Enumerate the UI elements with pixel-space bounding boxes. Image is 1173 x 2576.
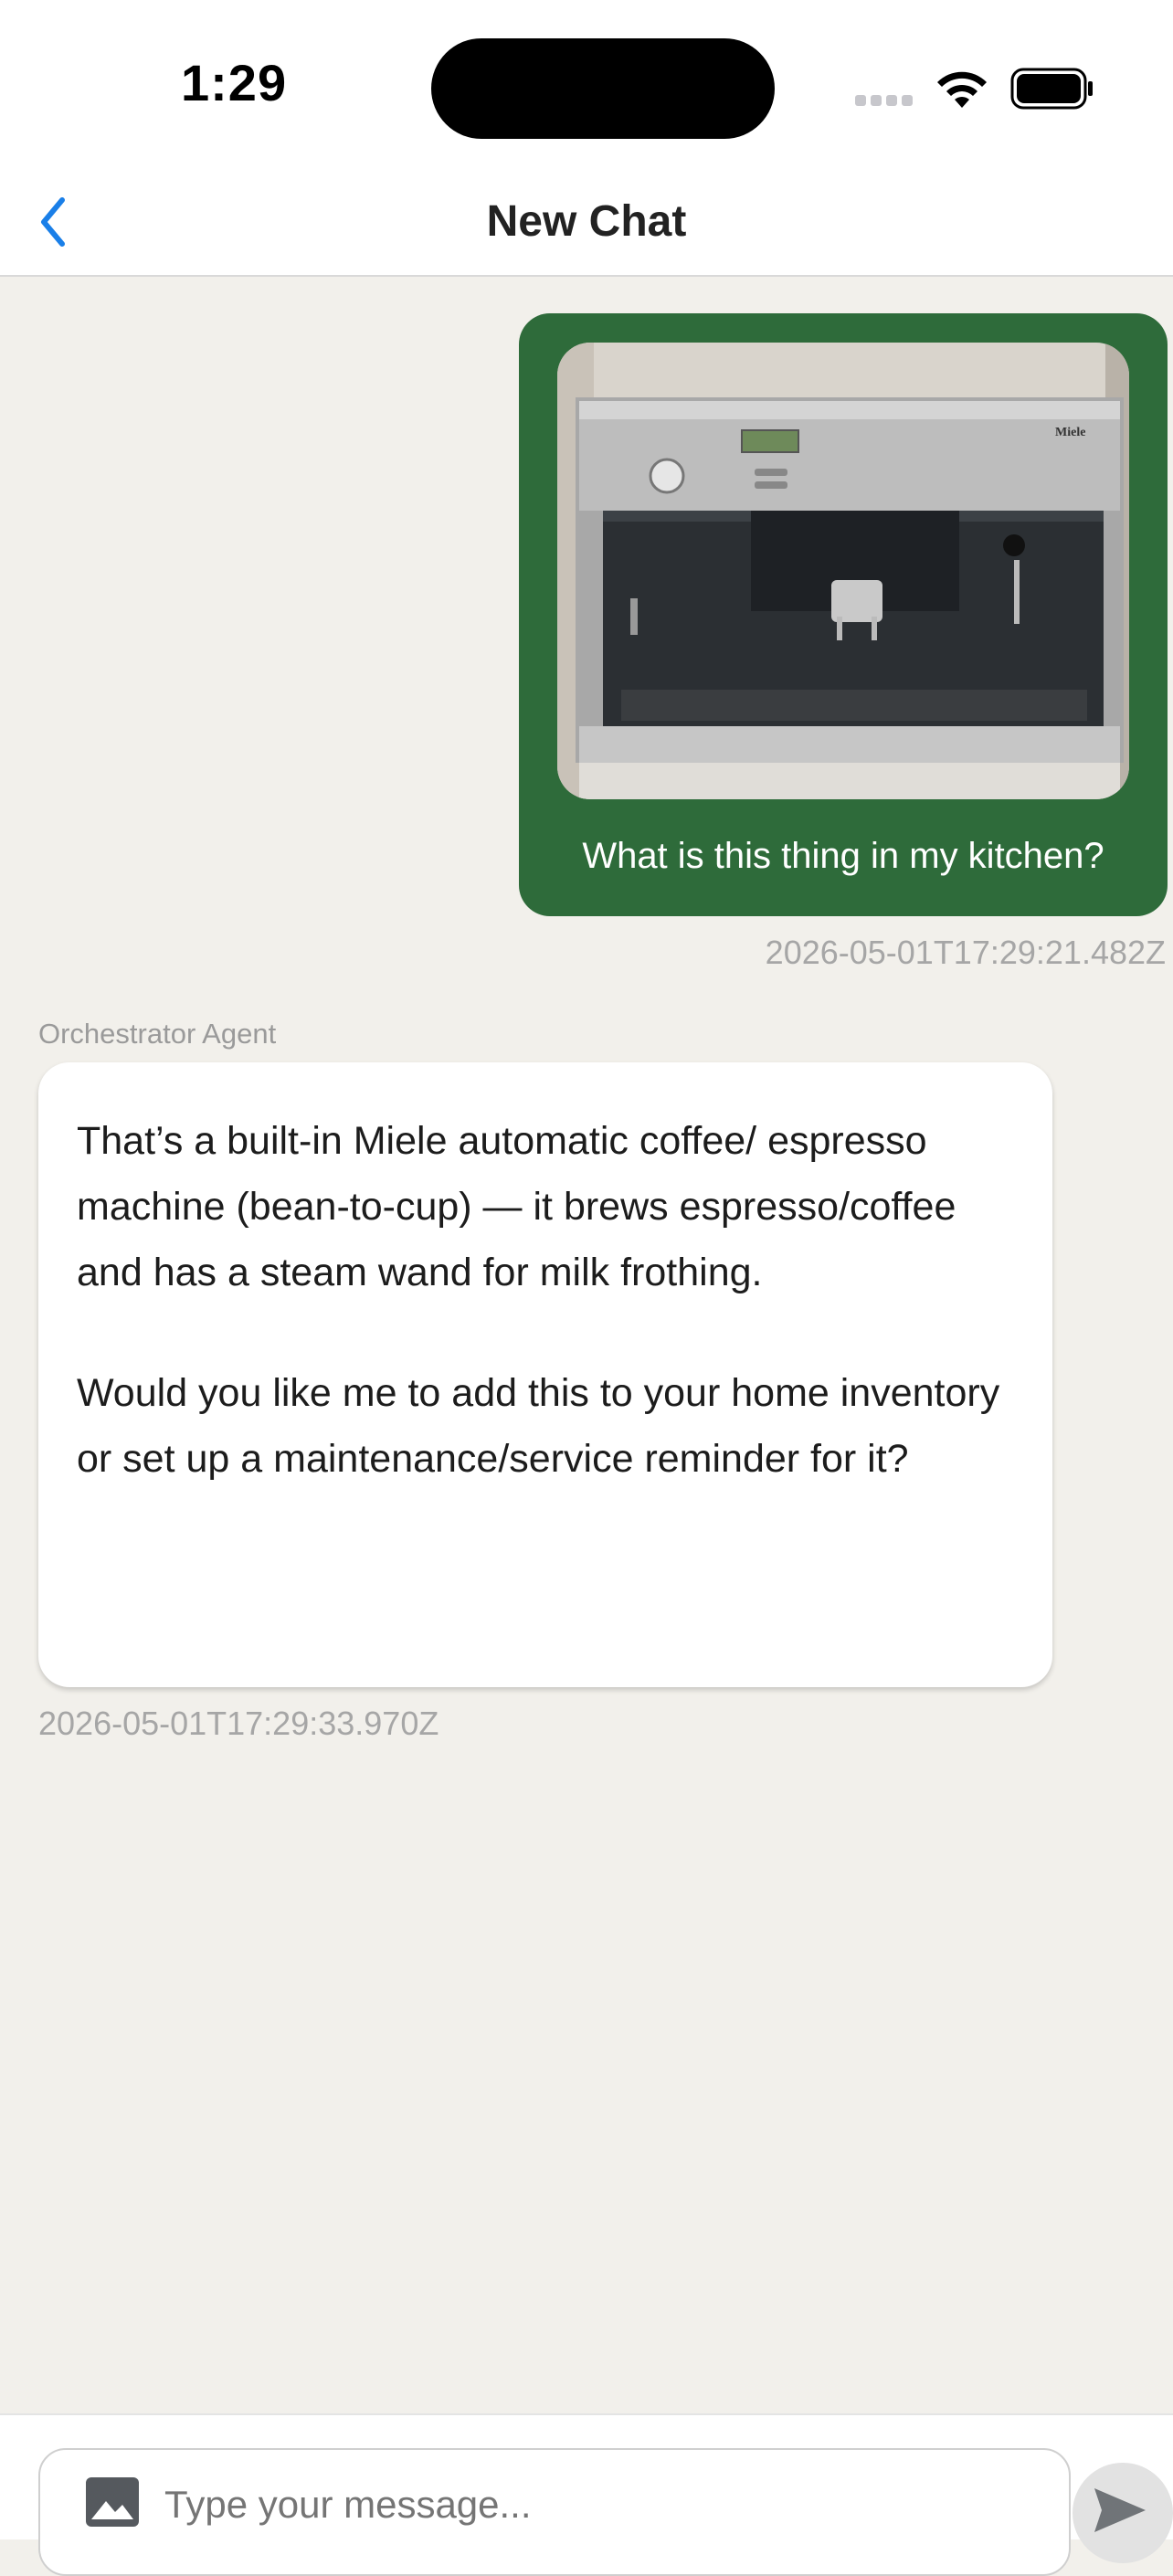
message-input-container[interactable]	[38, 2448, 1071, 2576]
agent-message-paragraph: Would you like me to add this to your ho…	[77, 1371, 1000, 1481]
status-bar: 1:29	[0, 0, 1173, 169]
coffee-machine-photo: Miele	[557, 343, 1129, 799]
agent-message-paragraph: That’s a built-in Miele automatic coffee…	[77, 1119, 956, 1294]
agent-message-timestamp: 2026-05-01T17:29:33.970Z	[38, 1705, 439, 1742]
brand-logo-text: Miele	[1055, 426, 1085, 439]
image-icon[interactable]	[86, 2477, 139, 2527]
navigation-bar: New Chat	[0, 169, 1173, 277]
chevron-left-icon	[41, 197, 65, 247]
cellular-signal-icon	[855, 94, 917, 111]
agent-name-label: Orchestrator Agent	[38, 1018, 277, 1050]
user-message-text: What is this thing in my kitchen?	[582, 836, 1104, 876]
wifi-icon	[937, 71, 987, 108]
agent-message-bubble: That’s a built-in Miele automatic coffee…	[38, 1062, 1052, 1687]
dynamic-island	[431, 38, 775, 139]
send-button[interactable]	[1073, 2463, 1173, 2563]
attached-photo[interactable]: Miele	[557, 343, 1129, 799]
status-time: 1:29	[181, 54, 288, 111]
back-button[interactable]	[26, 187, 80, 257]
page-title: New Chat	[486, 197, 687, 246]
user-message-timestamp: 2026-05-01T17:29:21.482Z	[765, 934, 1166, 971]
message-input[interactable]	[164, 2483, 987, 2527]
battery-icon	[1010, 68, 1093, 110]
message-composer	[0, 2413, 1173, 2576]
user-message-bubble: Miele What is this thing in my kitchen?	[519, 313, 1168, 916]
send-icon	[1094, 2488, 1146, 2532]
